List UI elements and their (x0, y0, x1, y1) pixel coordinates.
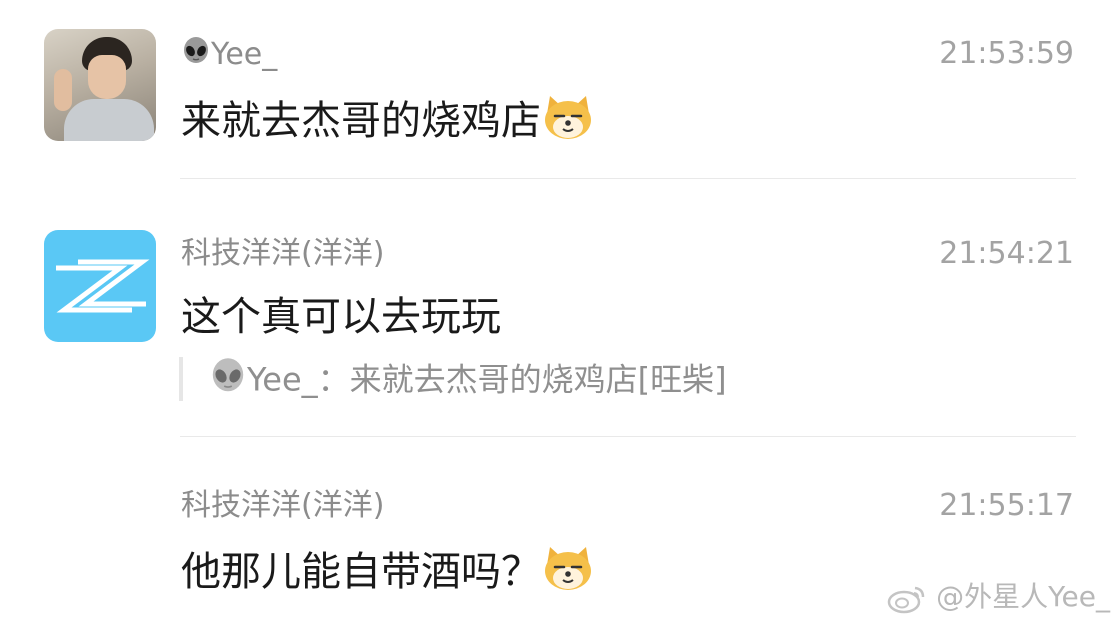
alien-icon (181, 36, 211, 75)
sender-name: Yee_ (181, 36, 277, 75)
message-time: 21:55:17 (939, 488, 1074, 523)
shiba-dog-emoji (541, 543, 595, 605)
logo-avatar[interactable] (44, 230, 156, 342)
weibo-watermark: @外星人Yee_ (887, 580, 1110, 614)
message-divider (180, 436, 1076, 437)
message-text[interactable]: 来就去杰哥的烧鸡店 (181, 92, 595, 154)
message-text[interactable]: 这个真可以去玩玩 (181, 292, 501, 342)
zz-logo-icon (56, 259, 150, 313)
message-divider (180, 178, 1076, 179)
sender-name: 科技洋洋(洋洋) (181, 488, 385, 523)
shiba-dog-emoji (541, 92, 595, 154)
user-avatar[interactable] (44, 29, 156, 141)
watermark-text: @外星人Yee_ (936, 580, 1110, 613)
alien-icon (209, 357, 247, 406)
sender-name: 科技洋洋(洋洋) (181, 236, 385, 271)
quoted-message[interactable]: Yee_：来就去杰哥的烧鸡店[旺柴] (179, 357, 727, 401)
quoted-text: Yee_：来就去杰哥的烧鸡店[旺柴] (247, 360, 727, 399)
message-text[interactable]: 他那儿能自带酒吗？ (181, 543, 595, 605)
message-time: 21:53:59 (939, 36, 1074, 71)
weibo-logo-icon (887, 580, 936, 614)
message-time: 21:54:21 (939, 236, 1074, 271)
